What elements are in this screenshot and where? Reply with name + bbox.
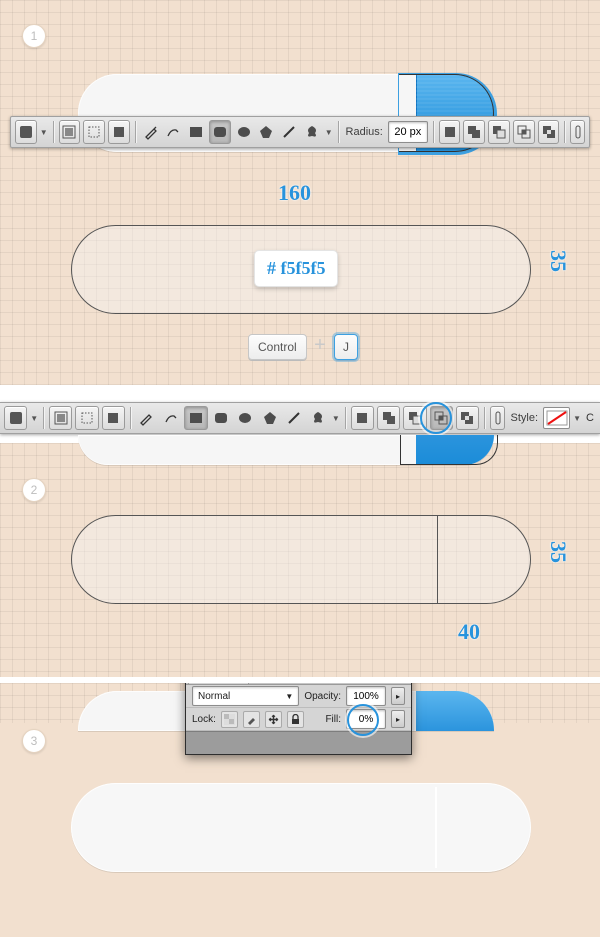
pathop-intersect[interactable]: [513, 120, 535, 144]
shape-dropdown[interactable]: ▼: [325, 128, 333, 137]
pathop-subtract[interactable]: [403, 406, 426, 430]
tool-line[interactable]: [283, 407, 304, 429]
swatch-dropdown[interactable]: ▼: [40, 128, 48, 137]
link-styles-icon[interactable]: [570, 120, 585, 144]
layers-panel: LAYERS ▾≡ Normal▼ Opacity: ▸ Lock: Fill:…: [185, 683, 412, 755]
shape-options-bar-2: ▼ ▼ Style: ▼ C: [0, 402, 600, 434]
pathop-add[interactable]: [463, 120, 485, 144]
key-j: J: [334, 334, 358, 360]
mode-shape-layers[interactable]: [59, 120, 81, 144]
tool-ellipse[interactable]: [234, 121, 254, 143]
pathop-exclude[interactable]: [456, 406, 479, 430]
blend-opacity-row: Normal▼ Opacity: ▸: [186, 685, 411, 708]
tool-polygon[interactable]: [259, 407, 280, 429]
mode-shape-layers[interactable]: [49, 406, 72, 430]
step-2-panel: ▼ ▼ Style: ▼ C 2: [0, 391, 600, 677]
style-label: Style:: [508, 412, 540, 424]
panel-options-icon[interactable]: ▾≡: [393, 683, 411, 684]
blend-mode-select[interactable]: Normal▼: [192, 686, 299, 706]
tool-custom-shape[interactable]: [302, 121, 322, 143]
tool-freeform-pen[interactable]: [160, 407, 181, 429]
step-1-panel: 1 ▼ ▼ Radius: 160 35 #: [0, 0, 600, 385]
mode-paths[interactable]: [75, 406, 98, 430]
tool-pen[interactable]: [141, 121, 161, 143]
separator-line: [435, 787, 437, 868]
key-control: Control: [248, 334, 307, 360]
radius-label: Radius:: [344, 126, 385, 138]
opacity-label: Opacity:: [304, 691, 341, 702]
tool-pen[interactable]: [136, 407, 157, 429]
pathop-subtract[interactable]: [488, 120, 510, 144]
style-dropdown[interactable]: ▼: [573, 414, 581, 423]
lock-label: Lock:: [192, 714, 216, 725]
tool-freeform-pen[interactable]: [163, 121, 183, 143]
foreground-swatch[interactable]: [15, 120, 37, 144]
tool-rounded-rectangle[interactable]: [211, 407, 232, 429]
blend-mode-value: Normal: [198, 691, 230, 702]
pathop-new[interactable]: [351, 406, 374, 430]
pathop-intersect[interactable]: [430, 406, 453, 430]
radius-input[interactable]: [388, 121, 428, 143]
step-3-panel: 3 LAYERS ▾≡ Normal▼ Opacity: ▸ Lock:: [0, 683, 600, 937]
pill-blue-cap: [416, 691, 494, 731]
pathop-new[interactable]: [439, 120, 461, 144]
tool-rectangle[interactable]: [184, 406, 207, 430]
fill-flyout[interactable]: ▸: [391, 710, 405, 728]
lock-all-icon[interactable]: [287, 711, 304, 728]
measure-width: 160: [278, 180, 311, 206]
color-label-truncated: C: [584, 412, 596, 424]
lock-pixels-icon[interactable]: [243, 711, 260, 728]
lock-fill-row: Lock: Fill: ▸: [186, 708, 411, 731]
opacity-input[interactable]: [346, 686, 386, 706]
swatch-dropdown[interactable]: ▼: [30, 414, 38, 423]
mode-paths[interactable]: [83, 120, 105, 144]
step-badge-1: 1: [22, 24, 46, 48]
tool-ellipse[interactable]: [235, 407, 256, 429]
lock-transparency-icon[interactable]: [221, 711, 238, 728]
mode-fill-pixels[interactable]: [108, 120, 130, 144]
plus-icon: +: [312, 338, 328, 354]
measure-height: 35: [545, 250, 571, 272]
tool-rectangle[interactable]: [186, 121, 206, 143]
foreground-swatch[interactable]: [4, 406, 27, 430]
pathop-add[interactable]: [377, 406, 400, 430]
measure-offset: 40: [458, 619, 480, 645]
step-badge-2: 2: [22, 478, 46, 502]
link-styles-icon[interactable]: [490, 406, 506, 430]
style-swatch[interactable]: [543, 407, 570, 429]
measure-height: 35: [545, 541, 571, 563]
lock-position-icon[interactable]: [265, 711, 282, 728]
tool-custom-shape[interactable]: [308, 407, 329, 429]
hex-chip: # f5f5f5: [254, 250, 338, 287]
step2-canvas: 2 35 40: [0, 443, 600, 677]
opacity-flyout[interactable]: ▸: [391, 687, 405, 705]
layers-list-area: [186, 731, 411, 754]
pill-top-slice: [78, 435, 494, 465]
pill-result: [71, 783, 531, 872]
step-badge-3: 3: [22, 729, 46, 753]
mode-fill-pixels[interactable]: [102, 406, 125, 430]
layers-tab[interactable]: LAYERS: [188, 683, 249, 684]
cap-sel-outline: [400, 435, 498, 465]
tool-rounded-rectangle[interactable]: [209, 120, 231, 144]
tool-line[interactable]: [279, 121, 299, 143]
pill-outline: [71, 515, 531, 604]
shape-options-bar: ▼ ▼ Radius:: [10, 116, 590, 148]
tool-polygon[interactable]: [256, 121, 276, 143]
shape-dropdown[interactable]: ▼: [332, 414, 340, 423]
fill-input[interactable]: [346, 709, 386, 729]
pathop-exclude[interactable]: [538, 120, 560, 144]
fill-label: Fill:: [325, 714, 341, 725]
inner-divider: [437, 515, 438, 604]
